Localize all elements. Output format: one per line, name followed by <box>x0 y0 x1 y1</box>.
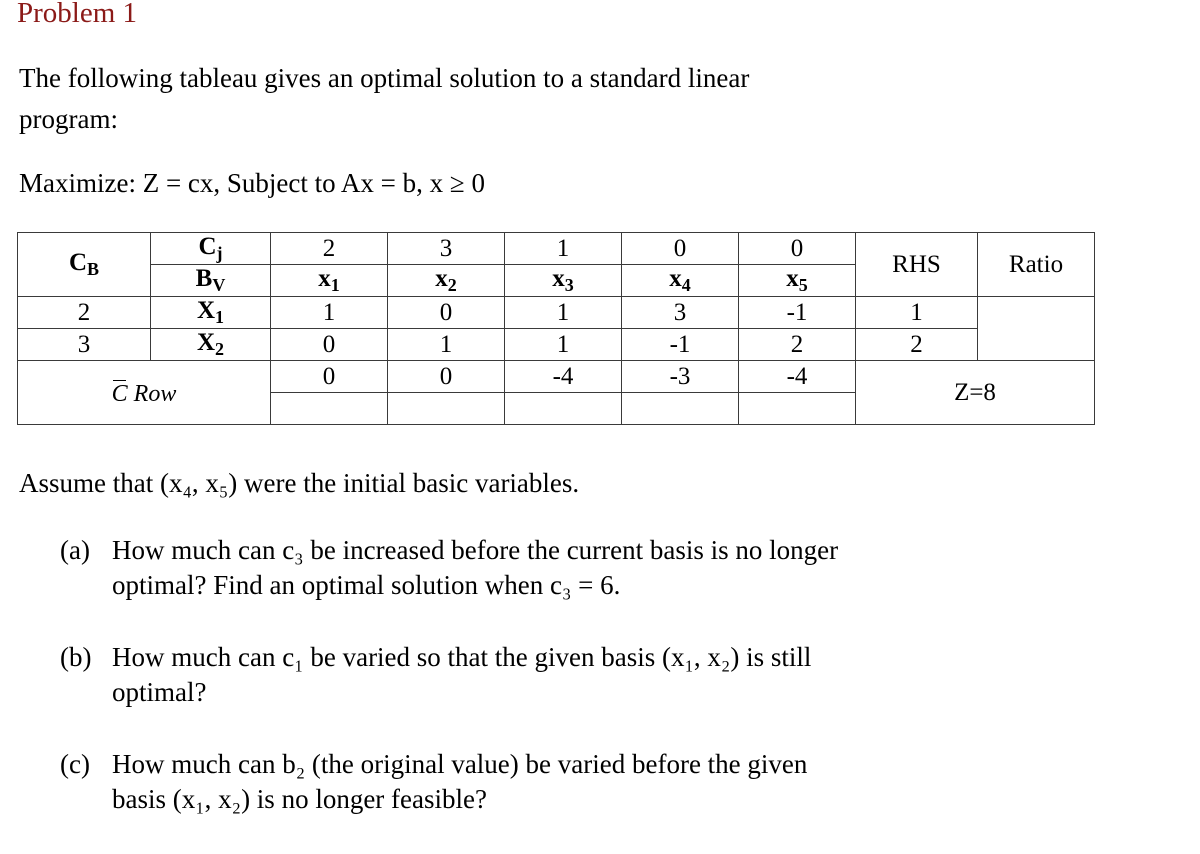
question-b-marker: (b) <box>60 642 92 672</box>
row2-coeff-x5: 2 <box>738 328 856 361</box>
cj-value-x4: 0 <box>621 232 739 265</box>
row2-cb: 3 <box>17 328 151 361</box>
variable-header-x5-sub: 5 <box>798 275 808 296</box>
row1-coeff-x4: 3 <box>621 296 739 329</box>
row1-coeff-x5: -1 <box>738 296 856 329</box>
c-row-label-bar: C <box>111 379 128 407</box>
variable-header-x4-base: x <box>669 265 682 293</box>
simplex-tableau: CB Cj 2 3 1 0 0 RHS Ratio BV x1 x2 x3 x4… <box>17 232 1095 425</box>
variable-header-x4: x4 <box>621 264 739 297</box>
c-row-filler-x2 <box>387 392 505 425</box>
cj-value-x1: 2 <box>270 232 388 265</box>
tableau-header-cj-row: CB Cj 2 3 1 0 0 RHS Ratio <box>17 232 1095 297</box>
row1-cb: 2 <box>17 296 151 329</box>
table-row: 3 X2 0 1 1 -1 2 2 <box>17 328 1095 361</box>
variable-header-x4-sub: 4 <box>681 275 691 296</box>
c-row: C Row 0 0 -4 -3 -4 Z=8 <box>17 360 1095 425</box>
variable-header-x3: x3 <box>504 264 622 297</box>
header-cb-cell: CB <box>17 232 151 297</box>
cj-value-x5: 0 <box>738 232 856 265</box>
c-row-filler-x5 <box>738 392 856 425</box>
header-cj-label: C <box>198 233 217 261</box>
question-b-line-2: optimal? <box>112 677 207 707</box>
c-row-coeff-x3: -4 <box>504 360 622 393</box>
c-row-coeff-x2: 0 <box>387 360 505 393</box>
header-cb-subscript: B <box>87 259 100 280</box>
c-row-coeff-x1: 0 <box>270 360 388 393</box>
question-c-line-2: basis (x₁, x₂) is no longer feasible? <box>112 784 487 814</box>
row1-coeff-x3: 1 <box>504 296 622 329</box>
document-page: Problem 1 The following tableau gives an… <box>0 0 1200 819</box>
row2-coeff-x2: 1 <box>387 328 505 361</box>
c-row-label-rest: Row <box>127 380 177 407</box>
question-c-line-1: How much can b₂ (the original value) be … <box>112 749 808 779</box>
objective-value-cell: Z=8 <box>855 360 1095 425</box>
c-row-coeff-x5: -4 <box>738 360 856 393</box>
variable-header-x2: x2 <box>387 264 505 297</box>
objective-statement: Maximize: Z = cx, Subject to Ax = b, x ≥… <box>19 168 485 198</box>
row1-ratio <box>977 296 1095 361</box>
row1-coeff-x2: 0 <box>387 296 505 329</box>
row2-coeff-x3: 1 <box>504 328 622 361</box>
header-ratio-cell: Ratio <box>977 232 1095 297</box>
c-row-label-cell: C Row <box>17 360 271 425</box>
cj-value-x3: 1 <box>504 232 622 265</box>
assume-statement: Assume that (x₄, x₅) were the initial ba… <box>19 468 580 498</box>
header-bv-subscript: V <box>212 275 226 296</box>
variable-header-x5-base: x <box>786 265 799 293</box>
variable-header-x1-sub: 1 <box>330 275 340 296</box>
c-row-filler-x3 <box>504 392 622 425</box>
row2-bv: X2 <box>150 328 271 361</box>
question-a-marker: (a) <box>60 535 90 565</box>
row1-bv: X1 <box>150 296 271 329</box>
header-rhs-cell: RHS <box>855 232 978 297</box>
variable-header-x3-base: x <box>552 265 565 293</box>
intro-paragraph: The following tableau gives an optimal s… <box>19 58 1081 140</box>
c-row-filler-x1 <box>270 392 388 425</box>
variable-header-x2-sub: 2 <box>447 275 457 296</box>
header-bv-label: B <box>195 265 213 293</box>
row2-coeff-x4: -1 <box>621 328 739 361</box>
row2-coeff-x1: 0 <box>270 328 388 361</box>
variable-header-x2-base: x <box>435 265 448 293</box>
question-c: (c) How much can b₂ (the original value)… <box>60 747 1082 817</box>
row2-bv-sub: 2 <box>215 339 225 360</box>
row1-coeff-x1: 1 <box>270 296 388 329</box>
intro-line-1: The following tableau gives an optimal s… <box>19 63 750 93</box>
question-a-line-2: optimal? Find an optimal solution when c… <box>112 570 621 600</box>
header-cj-subscript: j <box>216 243 223 264</box>
variable-header-x1-base: x <box>318 265 331 293</box>
page-title: Problem 1 <box>17 0 138 29</box>
question-c-marker: (c) <box>60 749 90 779</box>
header-cj-cell: Cj <box>150 232 271 265</box>
variable-header-x3-sub: 3 <box>564 275 574 296</box>
header-bv-cell: BV <box>150 264 271 297</box>
c-row-coeff-x4: -3 <box>621 360 739 393</box>
question-a: (a) How much can c₃ be increased before … <box>60 533 1082 603</box>
row2-bv-base: X <box>196 329 216 357</box>
row1-rhs: 1 <box>855 296 978 329</box>
question-a-line-1: How much can c₃ be increased before the … <box>112 535 839 565</box>
tableau-table: CB Cj 2 3 1 0 0 RHS Ratio BV x1 x2 x3 x4… <box>17 232 1095 425</box>
row2-rhs: 2 <box>855 328 978 361</box>
cj-value-x2: 3 <box>387 232 505 265</box>
question-b: (b) How much can c₁ be varied so that th… <box>60 640 1082 710</box>
row1-bv-sub: 1 <box>215 307 225 328</box>
question-list: (a) How much can c₃ be increased before … <box>60 533 1082 854</box>
intro-line-2: program: <box>19 104 118 134</box>
c-row-label: C Row <box>111 379 177 407</box>
variable-header-x5: x5 <box>738 264 856 297</box>
c-row-filler-x4 <box>621 392 739 425</box>
variable-header-x1: x1 <box>270 264 388 297</box>
question-b-line-1: How much can c₁ be varied so that the gi… <box>112 642 812 672</box>
table-row: 2 X1 1 0 1 3 -1 1 <box>17 296 1095 361</box>
header-cb-label: C <box>68 249 88 277</box>
row1-bv-base: X <box>196 297 216 325</box>
